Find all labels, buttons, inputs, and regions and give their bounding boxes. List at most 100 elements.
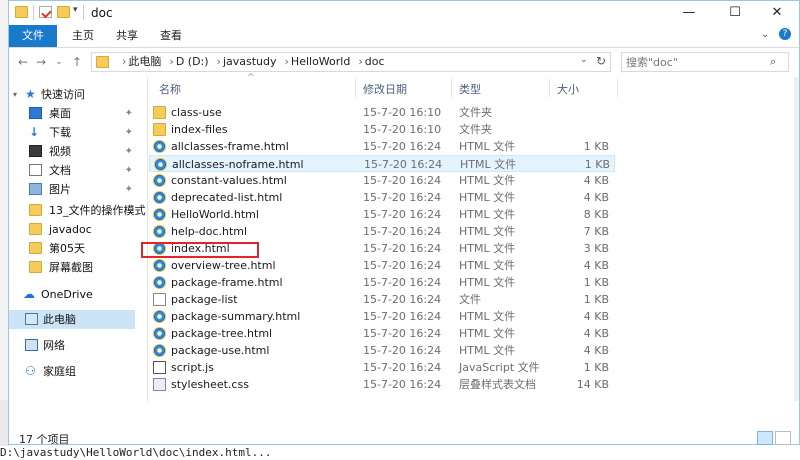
file-size: 1 KB	[583, 140, 609, 153]
column-separator[interactable]	[549, 79, 550, 97]
nav-onedrive[interactable]: ☁ OneDrive	[9, 285, 135, 304]
new-folder-icon[interactable]	[57, 6, 70, 18]
column-separator[interactable]	[451, 79, 452, 97]
up-arrow-icon[interactable]: ↑	[69, 54, 85, 70]
tab-share[interactable]: 共享	[105, 25, 149, 47]
nav-item-videos[interactable]: 视频 ✦	[9, 142, 135, 161]
nav-item-pictures[interactable]: 图片 ✦	[9, 180, 135, 199]
pin-icon[interactable]: ✦	[125, 161, 133, 180]
maximize-button[interactable]: ☐	[713, 1, 757, 25]
minimize-button[interactable]: —	[667, 1, 711, 25]
tab-file[interactable]: 文件	[9, 25, 57, 47]
file-type: HTML 文件	[459, 140, 516, 153]
search-box[interactable]: ⌕	[621, 52, 789, 72]
file-type: HTML 文件	[459, 174, 516, 187]
nav-item-javadoc[interactable]: javadoc	[9, 220, 135, 239]
refresh-icon[interactable]: ↻	[596, 54, 606, 68]
address-bar[interactable]: › 此电脑 › D (D:) › javastudy › HelloWorld › doc ⌄ ↻	[91, 52, 611, 72]
tab-home[interactable]: 主页	[61, 25, 105, 47]
pin-icon[interactable]: ✦	[125, 142, 133, 161]
nav-item-desktop[interactable]: 桌面 ✦	[9, 104, 135, 123]
breadcrumb-thispc[interactable]: 此电脑	[128, 55, 161, 68]
table-row[interactable]: package-tree.html 15-7-20 16:24 HTML 文件 4 K…	[149, 325, 615, 342]
breadcrumb-javastudy[interactable]: javastudy	[223, 55, 277, 68]
file-name: class-use	[171, 106, 222, 119]
close-button[interactable]: ✕	[755, 1, 799, 25]
table-row[interactable]: HelloWorld.html 15-7-20 16:24 HTML 文件 8 KB	[149, 206, 615, 223]
pin-icon[interactable]: ✦	[125, 180, 133, 199]
nav-item-label: 此电脑	[43, 313, 76, 326]
table-row[interactable]: allclasses-frame.html 15-7-20 16:24 HTML 文…	[149, 138, 615, 155]
pin-icon[interactable]: ✦	[125, 104, 133, 123]
nav-item-label: 下载	[49, 126, 71, 139]
nav-quick-access-label: 快速访问	[41, 88, 85, 101]
column-separator[interactable]	[617, 79, 618, 97]
file-date: 15-7-20 16:24	[363, 361, 442, 374]
table-row[interactable]: class-use 15-7-20 16:10 文件夹	[149, 104, 615, 121]
nav-item-documents[interactable]: 文档 ✦	[9, 161, 135, 180]
table-row[interactable]: deprecated-list.html 15-7-20 16:24 HTML 文件…	[149, 189, 615, 206]
file-date: 15-7-20 16:24	[363, 225, 442, 238]
desktop-icon	[29, 107, 42, 119]
breadcrumb-doc[interactable]: doc	[365, 55, 385, 68]
html-file-icon	[153, 208, 166, 221]
nav-item-label: javadoc	[49, 223, 92, 236]
nav-item-label: 屏幕截图	[49, 261, 93, 274]
column-size[interactable]: 大小	[557, 81, 579, 97]
file-date: 15-7-20 16:24	[363, 174, 442, 187]
breadcrumb: › 此电脑 › D (D:) › javastudy › HelloWorld › doc	[116, 53, 387, 71]
table-row[interactable]: overview-tree.html 15-7-20 16:24 HTML 文件 4 …	[149, 257, 615, 274]
table-row[interactable]: package-frame.html 15-7-20 16:24 HTML 文件 1 …	[149, 274, 615, 291]
search-input[interactable]	[626, 54, 766, 70]
properties-icon[interactable]	[39, 6, 52, 19]
breadcrumb-drive[interactable]: D (D:)	[176, 55, 209, 68]
file-size: 7 KB	[583, 225, 609, 238]
table-row[interactable]: help-doc.html 15-7-20 16:24 HTML 文件 7 KB	[149, 223, 615, 240]
details-view-icon[interactable]	[757, 431, 773, 445]
large-icons-view-icon[interactable]	[775, 431, 791, 445]
column-separator[interactable]	[355, 79, 356, 97]
help-icon[interactable]: ?	[779, 28, 791, 40]
nav-item-day05[interactable]: 第05天	[9, 239, 135, 258]
back-arrow-icon[interactable]: ←	[15, 54, 31, 70]
nav-item-screenshots[interactable]: 屏幕截图	[9, 258, 135, 277]
nav-item-downloads[interactable]: ↓ 下载 ✦	[9, 123, 135, 142]
table-row[interactable]: allclasses-noframe.html 15-7-20 16:24 HTML…	[149, 155, 615, 172]
chevron-down-icon[interactable]: ▾	[13, 85, 17, 104]
search-icon[interactable]: ⌕	[770, 55, 776, 69]
recent-locations-icon[interactable]: ⌄	[51, 54, 67, 70]
pane-divider[interactable]	[147, 77, 148, 401]
quick-access-dropdown-icon[interactable]: ▾	[73, 5, 78, 15]
file-date: 15-7-20 16:24	[363, 276, 442, 289]
table-row[interactable]: package-use.html 15-7-20 16:24 HTML 文件 4 KB	[149, 342, 615, 359]
ribbon-expand-icon[interactable]: ⌄	[761, 29, 769, 40]
table-row[interactable]: index-files 15-7-20 16:10 文件夹	[149, 121, 615, 138]
tab-view[interactable]: 查看	[149, 25, 193, 47]
nav-homegroup[interactable]: ⚇ 家庭组	[9, 362, 135, 381]
column-header: ^ 名称 修改日期 类型 大小	[149, 73, 789, 99]
nav-thispc[interactable]: 此电脑	[9, 310, 135, 329]
scrollbar[interactable]	[794, 77, 799, 401]
pin-icon[interactable]: ✦	[125, 123, 133, 142]
file-size: 1 KB	[583, 361, 609, 374]
video-icon	[29, 145, 42, 157]
column-name[interactable]: 名称	[159, 81, 181, 97]
item-count: 17 个项目	[19, 433, 70, 446]
file-date: 15-7-20 16:24	[363, 191, 442, 204]
nav-item-label: 桌面	[49, 107, 71, 120]
address-dropdown-icon[interactable]: ⌄	[580, 55, 588, 65]
column-type[interactable]: 类型	[459, 81, 481, 97]
table-row[interactable]: package-summary.html 15-7-20 16:24 HTML 文件…	[149, 308, 615, 325]
forward-arrow-icon[interactable]: →	[33, 54, 49, 70]
script-file-icon	[153, 361, 166, 374]
nav-quick-access[interactable]: ▾ ★ 快速访问	[9, 85, 135, 104]
table-row[interactable]: script.js 15-7-20 16:24 JavaScript 文件 1 KB	[149, 359, 615, 376]
breadcrumb-helloworld[interactable]: HelloWorld	[291, 55, 350, 68]
table-row[interactable]: stylesheet.css 15-7-20 16:24 层叠样式表文档 14 KB	[149, 376, 615, 393]
table-row[interactable]: constant-values.html 15-7-20 16:24 HTML 文件…	[149, 172, 615, 189]
table-row[interactable]: package-list 15-7-20 16:24 文件 1 KB	[149, 291, 615, 308]
file-size: 4 KB	[583, 174, 609, 187]
nav-item-folder-13[interactable]: 13_文件的操作模式	[9, 201, 146, 220]
nav-network[interactable]: 网络	[9, 336, 135, 355]
column-date[interactable]: 修改日期	[363, 81, 407, 97]
